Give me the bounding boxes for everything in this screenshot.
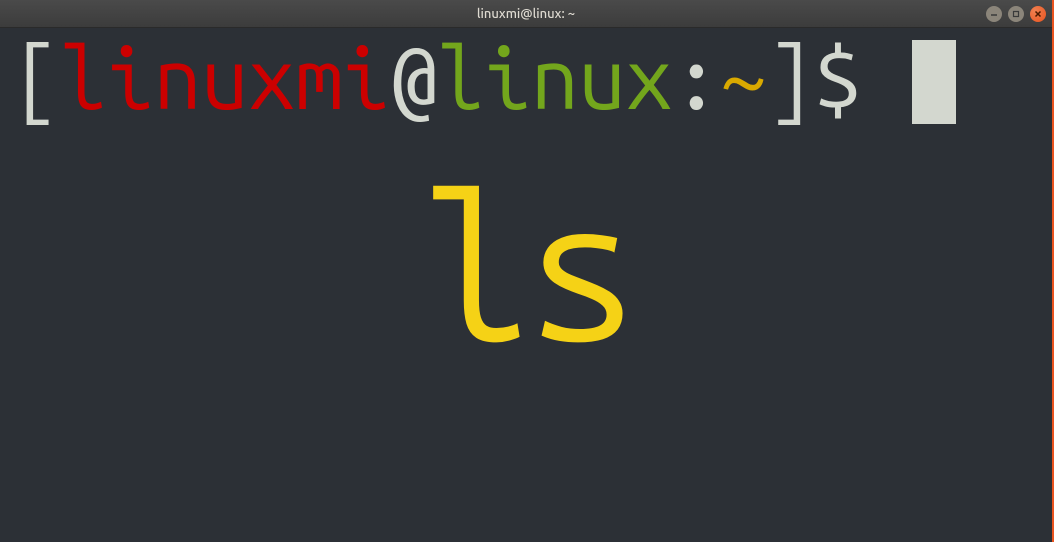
command-overlay: ls	[0, 166, 1052, 366]
maximize-button[interactable]	[1008, 6, 1024, 22]
prompt-open-bracket: [	[12, 30, 59, 126]
prompt-symbol: $	[814, 30, 861, 126]
titlebar[interactable]: linuxmi@linux: ~	[0, 0, 1052, 28]
window-controls	[986, 6, 1046, 22]
prompt-path: ~	[719, 30, 766, 126]
maximize-icon	[1012, 10, 1020, 18]
close-button[interactable]	[1030, 6, 1046, 22]
terminal-window: linuxmi@linux: ~ [linuxmi@linux:~]$	[0, 0, 1054, 542]
prompt-user: linuxmi	[59, 30, 389, 126]
prompt-line: [linuxmi@linux:~]$	[12, 33, 1040, 126]
window-title: linuxmi@linux: ~	[0, 7, 1052, 21]
prompt-close-bracket: ]	[767, 30, 814, 126]
minimize-button[interactable]	[986, 6, 1002, 22]
prompt-colon: :	[672, 30, 719, 126]
prompt-host: linux	[436, 30, 672, 126]
close-icon	[1034, 10, 1042, 18]
prompt-at: @	[389, 30, 436, 126]
minimize-icon	[990, 10, 998, 18]
terminal-body[interactable]: [linuxmi@linux:~]$ ls	[0, 28, 1052, 542]
terminal-cursor	[912, 40, 956, 124]
